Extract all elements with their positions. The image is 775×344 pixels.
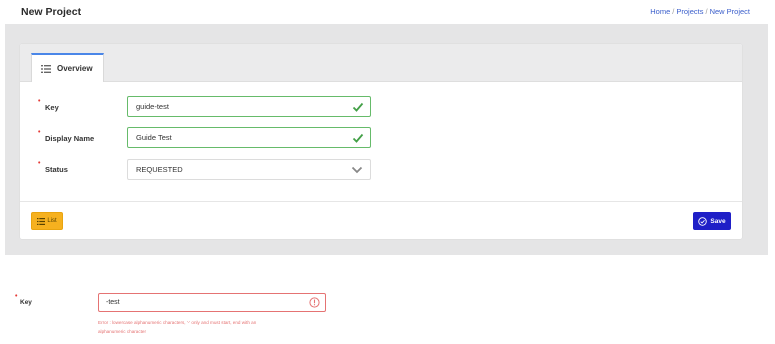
list-button[interactable]: List <box>31 212 63 230</box>
required-indicator: • <box>38 160 41 167</box>
list-icon <box>41 64 51 73</box>
error-icon <box>309 297 320 308</box>
save-button-label: Save <box>710 217 726 225</box>
required-indicator: • <box>15 293 18 300</box>
validation-error-message: Error : lowercase alphanumeric character… <box>98 318 338 336</box>
key-input-invalid-value: -test <box>106 299 120 306</box>
breadcrumb-home[interactable]: Home <box>650 7 670 16</box>
page-title: New Project <box>21 6 82 18</box>
required-indicator: • <box>38 129 41 136</box>
status-select-value: REQUESTED <box>136 165 183 174</box>
breadcrumb-projects[interactable]: Projects <box>676 7 703 16</box>
project-form-card: Overview • Key guide-test • Display Name… <box>20 44 742 239</box>
list-button-label: List <box>47 218 57 224</box>
key-input[interactable]: guide-test <box>127 96 371 117</box>
breadcrumb-current: New Project <box>709 7 750 16</box>
required-indicator: • <box>38 98 41 105</box>
key-input-value: guide-test <box>136 102 169 111</box>
check-circle-icon <box>698 216 708 226</box>
chevron-down-icon <box>351 166 363 174</box>
key-label: Key <box>45 103 59 112</box>
tab-strip: Overview <box>20 44 742 82</box>
breadcrumb-separator: / <box>672 7 675 16</box>
check-icon <box>352 133 364 143</box>
key-input-invalid[interactable]: -test <box>98 293 326 312</box>
breadcrumb: Home / Projects / New Project <box>650 7 750 16</box>
display-name-label: Display Name <box>45 134 95 143</box>
status-select[interactable]: REQUESTED <box>127 159 371 180</box>
display-name-input[interactable]: Guide Test <box>127 127 371 148</box>
key-label-error-example: Key <box>20 299 32 306</box>
status-label: Status <box>45 165 68 174</box>
tab-overview-label: Overview <box>57 64 93 73</box>
tab-overview[interactable]: Overview <box>31 53 104 82</box>
breadcrumb-separator: / <box>705 7 708 16</box>
error-message-line: alphanumeric character <box>98 329 147 334</box>
list-icon <box>37 217 46 225</box>
display-name-input-value: Guide Test <box>136 133 172 142</box>
card-footer-divider <box>20 201 742 202</box>
check-icon <box>352 102 364 112</box>
save-button[interactable]: Save <box>693 212 731 230</box>
page-header: New Project Home / Projects / New Project <box>0 0 775 22</box>
error-message-line: Error : lowercase alphanumeric character… <box>98 320 257 325</box>
